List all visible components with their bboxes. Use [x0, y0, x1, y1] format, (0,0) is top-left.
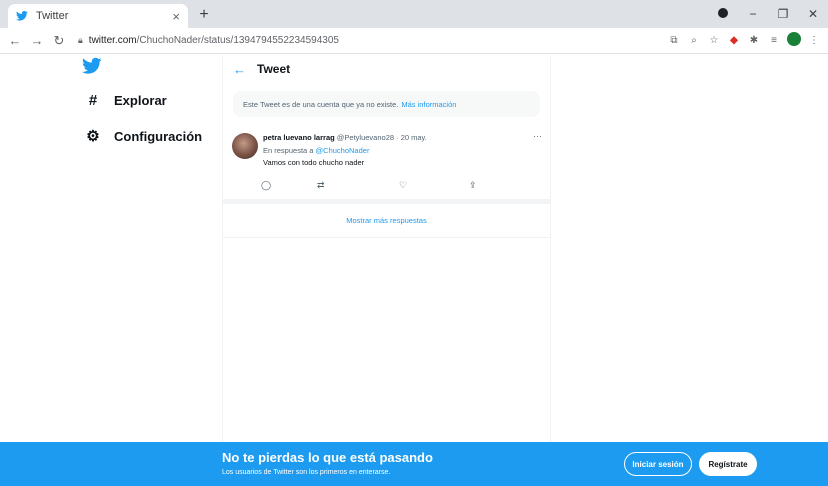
twitter-logo-icon[interactable]: [82, 57, 102, 75]
reply-icon[interactable]: ◯: [261, 180, 271, 191]
translate-icon[interactable]: ⧉: [666, 35, 682, 46]
new-tab-button[interactable]: +: [194, 6, 214, 24]
account-avatar-icon[interactable]: [786, 32, 802, 49]
tweet-text: Vamos con todo chucho nader: [263, 158, 365, 167]
profile-icon[interactable]: [708, 7, 738, 21]
browser-tabstrip: Twitter × + − ❐ ✕: [0, 0, 828, 28]
reply-prefix: En respuesta a: [263, 146, 314, 155]
minimize-button[interactable]: −: [738, 7, 768, 21]
mention-link[interactable]: @ChuchoNader: [316, 146, 370, 155]
lock-icon: 🔒︎: [78, 35, 83, 45]
author-handle-date: @Petyluevano28 · 20 may.: [336, 133, 427, 142]
author-name[interactable]: petra luevano larrag: [263, 133, 335, 142]
deleted-account-notice: Este Tweet es de una cuenta que ya no ex…: [233, 91, 540, 117]
reading-list-icon[interactable]: ≡: [766, 35, 782, 46]
banner-title: No te pierdas lo que está pasando: [222, 450, 433, 465]
forward-icon[interactable]: →: [28, 33, 46, 48]
retweet-icon[interactable]: ⇄: [317, 180, 325, 191]
page-title: Tweet: [257, 62, 291, 76]
twitter-favicon-icon: [16, 9, 30, 23]
show-more-replies-link[interactable]: Mostrar más respuestas: [223, 204, 550, 238]
window-controls: − ❐ ✕: [708, 0, 828, 28]
reply-context: En respuesta a @ChuchoNader: [263, 146, 542, 155]
more-info-link[interactable]: Más información: [401, 100, 456, 109]
nav-item-label: Configuración: [114, 128, 203, 144]
reload-icon[interactable]: ↻: [50, 33, 68, 49]
close-window-button[interactable]: ✕: [798, 7, 828, 21]
signup-button[interactable]: Regístrate: [699, 452, 757, 476]
gear-icon: ⚙: [86, 128, 100, 145]
puzzle-icon[interactable]: ✱: [746, 35, 762, 46]
toolbar-icons: ⧉ ⌕ ☆ ◆ ✱ ≡ ⋮: [662, 32, 822, 49]
main-column: ← Tweet Este Tweet es de una cuenta que …: [222, 55, 551, 486]
like-icon[interactable]: ♡: [399, 180, 407, 191]
url-host: twitter.com: [88, 35, 137, 46]
zoom-icon[interactable]: ⌕: [686, 35, 702, 46]
tab-title: Twitter: [36, 10, 69, 22]
reply-tweet[interactable]: petra luevano larrag @Petyluevano28 · 20…: [223, 127, 550, 204]
share-icon[interactable]: ⇪: [469, 180, 477, 191]
tweet-header: petra luevano larrag @Petyluevano28 · 20…: [263, 133, 542, 142]
url-path: /ChuchoNader/status/1394794552234594305: [136, 35, 339, 46]
back-arrow-icon[interactable]: ←: [233, 62, 257, 77]
column-header: ← Tweet: [223, 55, 550, 83]
notice-text: Este Tweet es de una cuenta que ya no ex…: [243, 99, 399, 109]
page: # Explorar ⚙ Configuración ← Tweet Este …: [0, 55, 828, 486]
address-bar[interactable]: 🔒︎ twitter.com /ChuchoNader/status/13947…: [78, 31, 654, 51]
tweet-body: petra luevano larrag @Petyluevano28 · 20…: [261, 131, 542, 190]
star-icon[interactable]: ☆: [706, 35, 722, 46]
extension-icon[interactable]: ◆: [726, 35, 742, 46]
browser-tab[interactable]: Twitter ×: [8, 4, 188, 28]
signup-banner: No te pierdas lo que está pasando Los us…: [0, 442, 828, 486]
menu-icon[interactable]: ⋮: [806, 35, 822, 46]
browser-toolbar: ← → ↻ 🔒︎ twitter.com /ChuchoNader/status…: [0, 28, 828, 54]
nav-item-label: Explorar: [114, 93, 167, 108]
back-icon[interactable]: ←: [6, 33, 24, 48]
tweet-actions: ◯ ⇄ ♡ ⇪: [261, 180, 513, 192]
login-button[interactable]: Iniciar sesión: [624, 452, 692, 476]
banner-subtitle: Los usuarios de Twitter son los primeros…: [222, 469, 391, 476]
restore-button[interactable]: ❐: [768, 7, 798, 21]
avatar[interactable]: [232, 133, 258, 159]
hashtag-icon: #: [88, 92, 98, 109]
nav-item-configuracion[interactable]: ⚙ Configuración: [82, 127, 202, 145]
tab-close-icon[interactable]: ×: [172, 9, 180, 24]
more-options-icon[interactable]: ···: [533, 131, 542, 141]
nav-item-explorar[interactable]: # Explorar: [82, 92, 167, 109]
